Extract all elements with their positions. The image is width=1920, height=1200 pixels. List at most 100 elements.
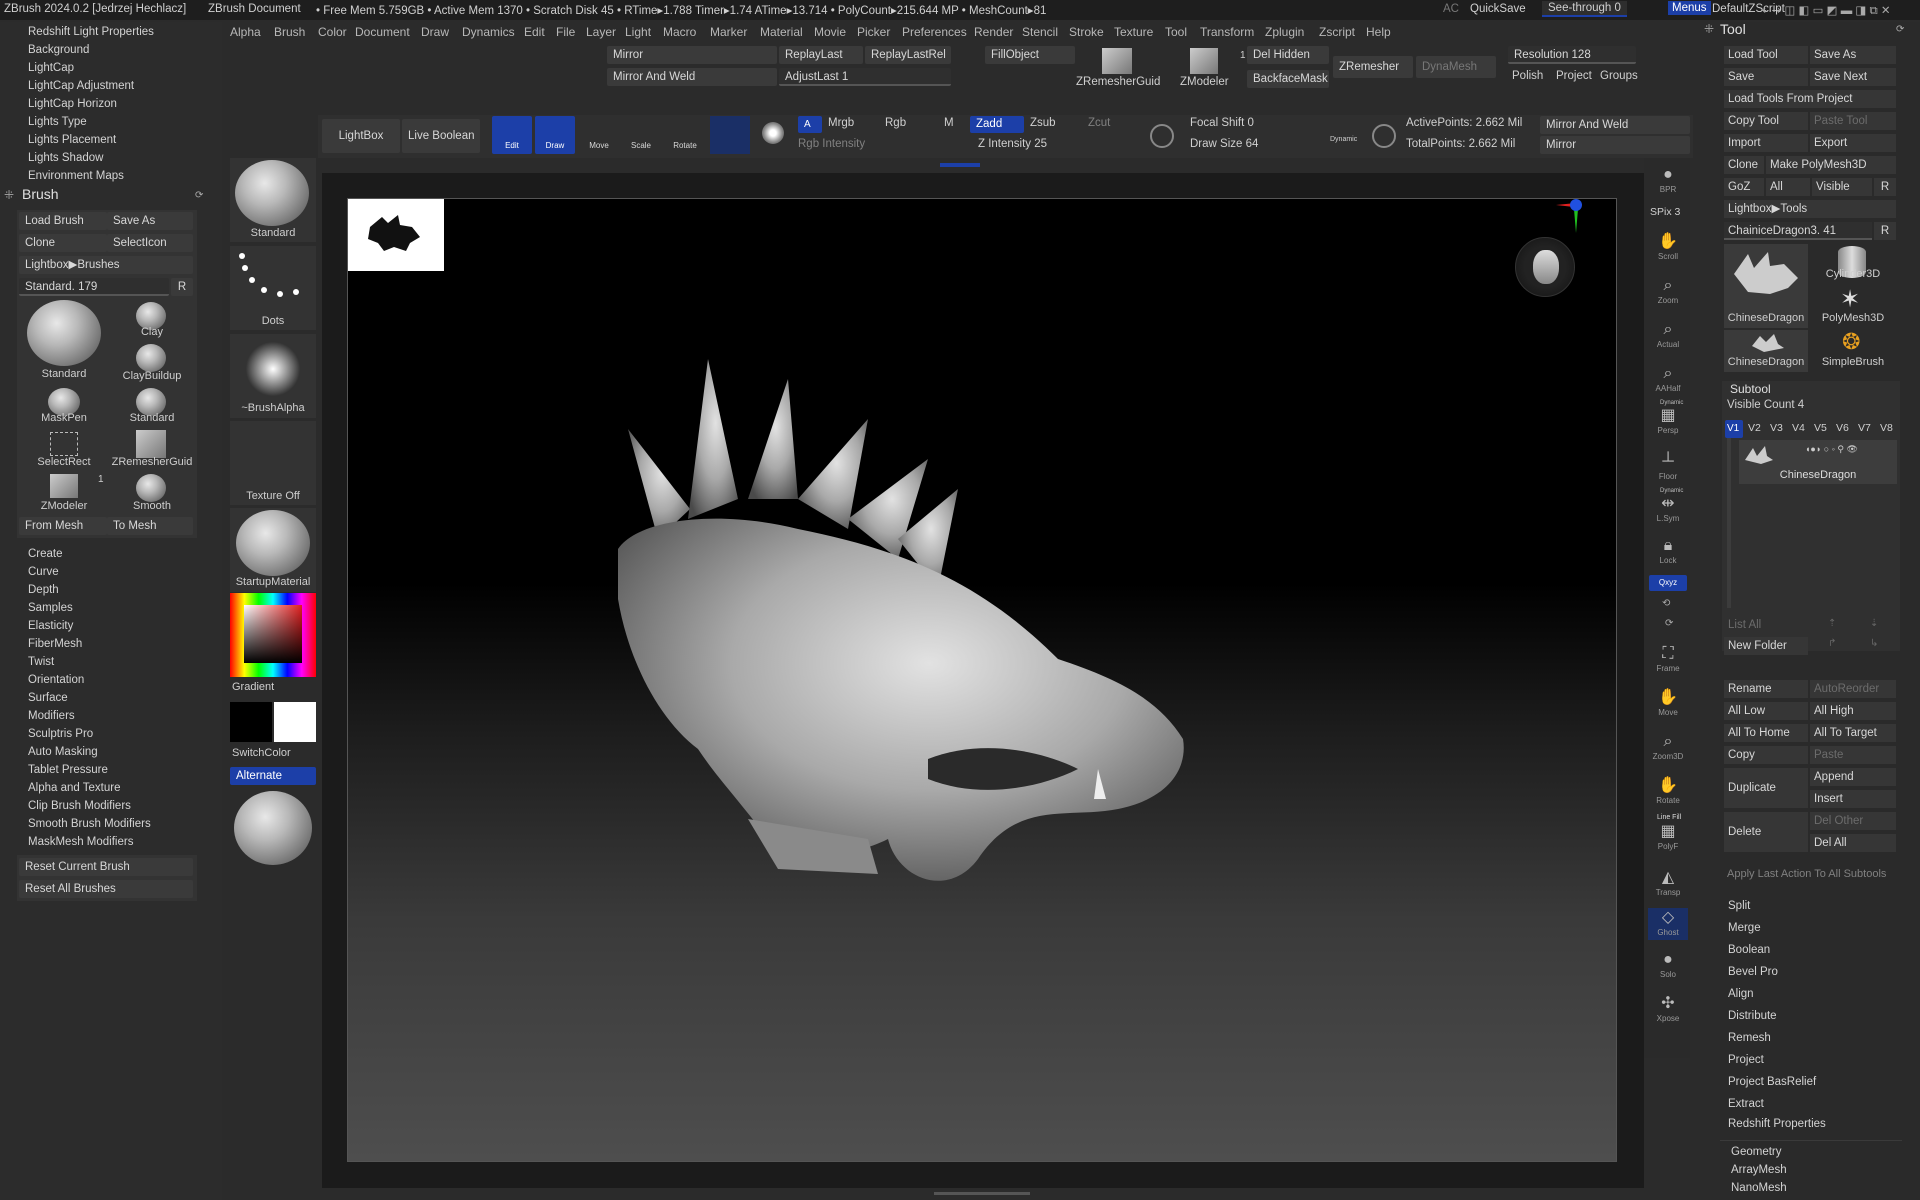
lock-button[interactable]: 🔒︎ Lock bbox=[1648, 536, 1688, 572]
dynamic-size-icon[interactable] bbox=[1372, 124, 1396, 148]
menu-help[interactable]: Help bbox=[1366, 25, 1391, 39]
paste-subtool-button[interactable]: Paste bbox=[1810, 746, 1896, 764]
menu-file[interactable]: File bbox=[556, 25, 575, 39]
project-toggle[interactable]: Project bbox=[1556, 70, 1592, 82]
see-through-slider[interactable]: See-through 0 bbox=[1542, 1, 1627, 17]
menu-alpha[interactable]: Alpha bbox=[230, 25, 261, 39]
brush-submenu-item[interactable]: Sculptris Pro bbox=[28, 728, 93, 740]
folder-in-icon[interactable]: ↱ bbox=[1828, 638, 1836, 649]
brush-submenu-item[interactable]: Samples bbox=[28, 602, 73, 614]
v6-tab[interactable]: V6 bbox=[1836, 422, 1849, 434]
lightbox-brushes-button[interactable]: Lightbox▶Brushes bbox=[19, 256, 193, 274]
replay-last-button[interactable]: ReplayLast bbox=[779, 46, 863, 64]
subtool-menu-item[interactable]: Align bbox=[1728, 988, 1754, 1000]
color-saturation-square[interactable] bbox=[244, 605, 302, 663]
del-hidden-button[interactable]: Del Hidden bbox=[1247, 46, 1329, 64]
bpr-render-button[interactable]: ● BPR bbox=[1648, 165, 1688, 201]
menu-render[interactable]: Render bbox=[974, 25, 1013, 39]
adjust-last-slider[interactable]: AdjustLast 1 bbox=[779, 68, 951, 86]
tool-menu-item[interactable]: Geometry bbox=[1731, 1146, 1782, 1158]
groups-toggle[interactable]: Groups bbox=[1600, 70, 1638, 82]
brush-submenu-item[interactable]: Alpha and Texture bbox=[28, 782, 121, 794]
main-color-swatch[interactable] bbox=[230, 702, 272, 742]
ghost-toggle[interactable]: ◇ Ghost bbox=[1648, 908, 1688, 940]
polish-toggle[interactable]: Polish bbox=[1512, 70, 1543, 82]
goz-button[interactable]: GoZ bbox=[1724, 178, 1764, 196]
menu-texture[interactable]: Texture bbox=[1114, 25, 1153, 39]
draw-size-slider[interactable]: Draw Size 64 bbox=[1190, 138, 1258, 150]
tool-menu-item[interactable]: ArrayMesh bbox=[1731, 1164, 1787, 1176]
light-menu-item[interactable]: LightCap Adjustment bbox=[28, 80, 134, 92]
fill-object-button[interactable]: FillObject bbox=[985, 46, 1075, 64]
visible-count-slider[interactable]: Visible Count 4 bbox=[1727, 399, 1804, 411]
export-button[interactable]: Export bbox=[1810, 134, 1896, 152]
subtool-menu-item[interactable]: Extract bbox=[1728, 1098, 1764, 1110]
zmodeler-brush-thumb[interactable] bbox=[50, 474, 78, 498]
brush-submenu-item[interactable]: FiberMesh bbox=[28, 638, 82, 650]
smooth-brush-thumb[interactable] bbox=[136, 474, 166, 502]
rename-button[interactable]: Rename bbox=[1724, 680, 1808, 698]
menu-movie[interactable]: Movie bbox=[814, 25, 846, 39]
menu-macro[interactable]: Macro bbox=[663, 25, 696, 39]
canvas-scroll-indicator[interactable] bbox=[940, 163, 980, 167]
rotate-mode-button[interactable]: Rotate bbox=[665, 118, 705, 152]
make-polymesh3d-button[interactable]: Make PolyMesh3D bbox=[1766, 156, 1896, 174]
reset-current-brush-button[interactable]: Reset Current Brush bbox=[19, 858, 193, 876]
subtool-menu-item[interactable]: Boolean bbox=[1728, 944, 1770, 956]
menu-document[interactable]: Document bbox=[355, 25, 410, 39]
duplicate-button[interactable]: Duplicate bbox=[1724, 768, 1808, 808]
brush-submenu-item[interactable]: Twist bbox=[28, 656, 54, 668]
brush-submenu-item[interactable]: Orientation bbox=[28, 674, 84, 686]
menu-draw[interactable]: Draw bbox=[421, 25, 449, 39]
paste-tool-button[interactable]: Paste Tool bbox=[1810, 112, 1896, 130]
actual-button[interactable]: ⌕ Actual bbox=[1648, 320, 1688, 356]
persp-button[interactable]: ▦ Persp bbox=[1648, 406, 1688, 442]
from-mesh-button[interactable]: From Mesh bbox=[19, 517, 107, 535]
v4-tab[interactable]: V4 bbox=[1792, 422, 1805, 434]
tool-palette-header[interactable]: Tool bbox=[1720, 21, 1746, 37]
scale-mode-button[interactable]: Scale bbox=[622, 118, 660, 152]
palette-refresh-icon[interactable]: ⟳ bbox=[1896, 24, 1904, 35]
subtool-menu-item[interactable]: Project bbox=[1728, 1054, 1764, 1066]
import-button[interactable]: Import bbox=[1724, 134, 1808, 152]
tool-menu-item[interactable]: NanoMesh bbox=[1731, 1182, 1787, 1194]
secondary-color-swatch[interactable] bbox=[274, 702, 316, 742]
menu-dynamics[interactable]: Dynamics bbox=[462, 25, 515, 39]
lsym-button[interactable]: ⇹ L.Sym bbox=[1648, 494, 1688, 530]
menu-material[interactable]: Material bbox=[760, 25, 803, 39]
del-other-button[interactable]: Del Other bbox=[1810, 812, 1896, 830]
load-tools-from-project-button[interactable]: Load Tools From Project bbox=[1724, 90, 1896, 108]
brush-submenu-item[interactable]: Clip Brush Modifiers bbox=[28, 800, 131, 812]
select-icon-button[interactable]: SelectIcon bbox=[107, 234, 193, 252]
v8-tab[interactable]: V8 bbox=[1880, 422, 1893, 434]
light-menu-item[interactable]: Redshift Light Properties bbox=[28, 26, 154, 38]
live-boolean-button[interactable]: Live Boolean bbox=[402, 119, 480, 153]
dynamic-toggle[interactable]: Dynamic bbox=[1330, 136, 1357, 143]
insert-button[interactable]: Insert bbox=[1810, 790, 1896, 808]
transp-button[interactable]: ◭ Transp bbox=[1648, 868, 1688, 904]
window-controls-icon[interactable]: ⇠⇢ ◫ ◧ ▭ ◩ ▬ ◨ ⧉ ✕ bbox=[1762, 3, 1891, 18]
menu-transform[interactable]: Transform bbox=[1200, 25, 1254, 39]
all-low-button[interactable]: All Low bbox=[1724, 702, 1808, 720]
menu-stroke[interactable]: Stroke bbox=[1069, 25, 1104, 39]
polyf-button[interactable]: ▦ PolyF bbox=[1648, 822, 1688, 858]
brush-submenu-item[interactable]: Elasticity bbox=[28, 620, 73, 632]
zsub-toggle[interactable]: Zsub bbox=[1030, 117, 1056, 129]
brush-submenu-item[interactable]: MaskMesh Modifiers bbox=[28, 836, 133, 848]
menu-edit[interactable]: Edit bbox=[524, 25, 545, 39]
current-tool-slider[interactable]: ChainiceDragon3. 41 bbox=[1724, 222, 1872, 240]
mirror-button[interactable]: Mirror bbox=[607, 46, 777, 64]
move-down-icon[interactable]: ⇣ bbox=[1870, 618, 1878, 629]
subtool-menu-item[interactable]: Redshift Properties bbox=[1728, 1118, 1826, 1130]
backface-mask-button[interactable]: BackfaceMask bbox=[1247, 70, 1329, 88]
menu-picker[interactable]: Picker bbox=[857, 25, 890, 39]
focal-shift-slider[interactable]: Focal Shift 0 bbox=[1190, 117, 1254, 129]
del-all-button[interactable]: Del All bbox=[1810, 834, 1896, 852]
goz-visible-button[interactable]: Visible bbox=[1812, 178, 1872, 196]
menu-color[interactable]: Color bbox=[318, 25, 347, 39]
light-menu-item[interactable]: LightCap Horizon bbox=[28, 98, 117, 110]
xpose-button[interactable]: ✣ Xpose bbox=[1648, 994, 1688, 1030]
resolution-slider[interactable]: Resolution 128 bbox=[1508, 46, 1636, 64]
tool-r-button[interactable]: R bbox=[1874, 222, 1896, 240]
subtool-menu-item[interactable]: Merge bbox=[1728, 922, 1761, 934]
